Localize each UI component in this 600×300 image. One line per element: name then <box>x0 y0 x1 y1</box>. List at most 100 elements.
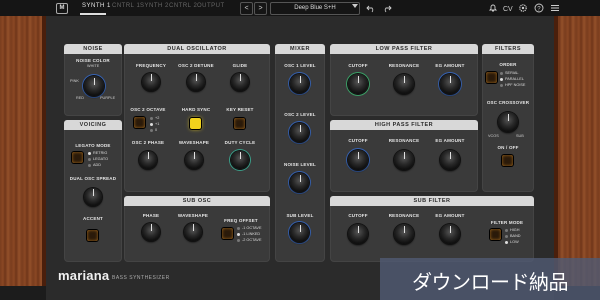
tab-synth-2[interactable]: SYNTH 2 <box>140 3 169 9</box>
filter-order-button[interactable] <box>486 72 497 83</box>
sub-resonance-label: RESONANCE <box>388 213 420 218</box>
waveshape-label: WAVESHAPE <box>178 140 210 145</box>
sub-waveshape-label: WAVESHAPE <box>177 213 209 218</box>
hpf-resonance-knob[interactable] <box>394 150 414 170</box>
prev-preset-button[interactable]: < <box>240 2 253 15</box>
right-wood-panel <box>554 16 600 286</box>
section-title: DUAL OSCILLATOR <box>124 44 270 54</box>
filter-order-label: ORDER <box>499 62 517 67</box>
frequency-label: FREQUENCY <box>135 63 167 68</box>
mode-option-band[interactable]: BAND <box>505 234 521 238</box>
noise-option-white[interactable]: WHITE <box>87 64 99 68</box>
section-title: FILTERS <box>482 44 534 54</box>
osc2-octave-label: OSC 2 OCTAVE <box>130 107 166 112</box>
mode-option-high[interactable]: HIGH <box>505 228 520 232</box>
preset-selector[interactable]: Deep Blue S+H <box>270 2 360 15</box>
noise-option-pink[interactable]: PINK <box>70 79 79 83</box>
filters-onoff-button[interactable] <box>502 155 513 166</box>
order-option-hpf-noise[interactable]: HPF NOISE <box>500 83 525 87</box>
hpf-eg-amount-knob[interactable] <box>440 150 460 170</box>
key-reset-button[interactable] <box>234 118 245 129</box>
hpf-cutoff-knob[interactable] <box>348 150 368 170</box>
sub-eg-amount-knob[interactable] <box>440 224 460 244</box>
osc2-detune-knob[interactable] <box>187 73 205 91</box>
offset-option-minus2-octave[interactable]: -2 OCTAVE <box>237 238 261 242</box>
section-title: VOICING <box>64 120 122 130</box>
left-wood-panel <box>0 16 46 286</box>
lpf-eg-amount-label: EG AMOUNT <box>435 63 465 68</box>
noise-level-knob[interactable] <box>290 173 309 192</box>
waveshape-knob[interactable] <box>185 151 203 169</box>
menu-icon[interactable] <box>550 3 560 13</box>
overlay-banner-text: ダウンロード納品 <box>412 272 569 294</box>
right-wood-edge <box>554 16 558 286</box>
hpf-eg-amount-label: EG AMOUNT <box>435 138 465 143</box>
duty-cycle-knob[interactable] <box>231 151 249 169</box>
next-preset-button[interactable]: > <box>254 2 267 15</box>
octave-option-0[interactable]: 0 <box>150 128 157 132</box>
legato-option-add[interactable]: ADD <box>88 163 101 167</box>
glide-knob[interactable] <box>231 73 249 91</box>
tab-synth-1[interactable]: SYNTH 1 <box>82 3 111 9</box>
key-reset-label: KEY RESET <box>226 107 254 112</box>
offset-option-minus1-linked[interactable]: -1 LINKED <box>237 232 260 236</box>
octave-option-plus2[interactable]: +2 <box>150 116 159 120</box>
hpf-resonance-label: RESONANCE <box>388 138 420 143</box>
sub-phase-knob[interactable] <box>142 223 160 241</box>
octave-option-plus1[interactable]: +1 <box>150 122 159 126</box>
dual-osc-spread-knob[interactable] <box>84 188 102 206</box>
osc2-phase-knob[interactable] <box>139 151 157 169</box>
osc1-level-knob[interactable] <box>290 74 309 93</box>
noise-option-red[interactable]: RED <box>76 96 84 100</box>
mode-option-low[interactable]: LOW <box>505 240 519 244</box>
app-logo[interactable]: M <box>56 3 68 14</box>
redo-icon[interactable] <box>382 3 392 13</box>
sub-waveshape-knob[interactable] <box>184 223 202 241</box>
osc2-octave-button[interactable] <box>134 117 145 128</box>
lpf-cutoff-knob[interactable] <box>348 74 368 94</box>
filters-onoff-label: ON / OFF <box>497 145 519 150</box>
lpf-eg-amount-knob[interactable] <box>440 74 460 94</box>
lpf-cutoff-label: CUTOFF <box>348 63 368 68</box>
undo-icon[interactable] <box>366 3 376 13</box>
bell-icon[interactable] <box>488 3 498 13</box>
osc2-phase-label: OSC 2 PHASE <box>131 140 165 145</box>
legato-option-legato[interactable]: LEGATO <box>88 157 108 161</box>
help-icon[interactable]: ? <box>534 3 544 13</box>
frequency-knob[interactable] <box>142 73 160 91</box>
sub-level-knob[interactable] <box>290 223 309 242</box>
tab-output[interactable]: OUTPUT <box>197 3 225 9</box>
offset-option-minus1-octave[interactable]: -1 OCTAVE <box>237 226 261 230</box>
top-bar: M SYNTH 1 CNTRL 1 SYNTH 2 CNTRL 2 OUTPUT… <box>0 0 600 17</box>
freq-offset-button[interactable] <box>222 228 233 239</box>
filter-mode-button[interactable] <box>490 229 501 240</box>
noise-option-purple[interactable]: PURPLE <box>100 96 115 100</box>
sub-cutoff-label: CUTOFF <box>348 213 368 218</box>
sub-phase-label: PHASE <box>142 213 160 218</box>
legato-mode-button[interactable] <box>72 152 83 163</box>
cpu-icon[interactable]: CV <box>503 3 513 13</box>
osc2-level-knob[interactable] <box>290 123 309 142</box>
noise-color-knob[interactable] <box>84 76 104 96</box>
lpf-resonance-knob[interactable] <box>394 74 414 94</box>
tab-cntrl-2[interactable]: CNTRL 2 <box>169 3 197 9</box>
hard-sync-button[interactable] <box>190 118 201 129</box>
filter-mode-label: FILTER MODE <box>490 220 524 225</box>
crossover-vcos-label: VCOS <box>488 134 499 138</box>
accent-button[interactable] <box>87 230 98 241</box>
legato-option-retrig[interactable]: RETRIG <box>88 151 107 155</box>
section-title: MIXER <box>275 44 325 54</box>
chevron-down-icon <box>352 4 358 8</box>
dual-osc-spread-label: DUAL OSC SPREAD <box>69 176 117 181</box>
noise-level-label: NOISE LEVEL <box>284 162 316 167</box>
section-title: SUB OSC <box>124 196 270 206</box>
sub-resonance-knob[interactable] <box>394 224 414 244</box>
settings-icon[interactable] <box>518 3 528 13</box>
order-option-parallel[interactable]: PARALLEL <box>500 77 524 81</box>
osc-crossover-knob[interactable] <box>498 112 518 132</box>
lpf-resonance-label: RESONANCE <box>388 63 420 68</box>
order-option-serial[interactable]: SERIAL <box>500 71 519 75</box>
section-title: NOISE <box>64 44 122 54</box>
tab-cntrl-1[interactable]: CNTRL 1 <box>112 3 140 9</box>
sub-cutoff-knob[interactable] <box>348 224 368 244</box>
